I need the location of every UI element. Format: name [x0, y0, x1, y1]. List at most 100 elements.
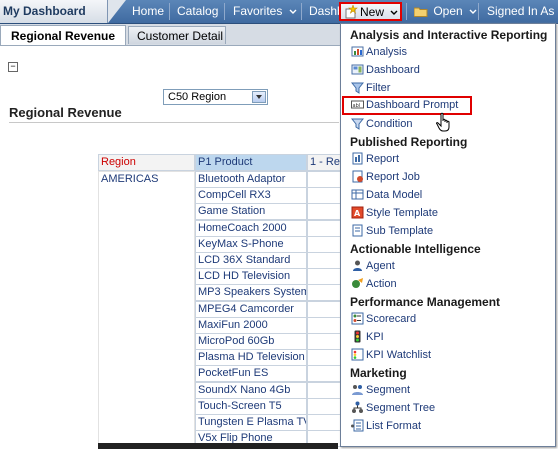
section-title: Regional Revenue: [9, 105, 122, 120]
nav-divider: [406, 3, 407, 20]
product-cell: Plasma HD Television: [195, 349, 307, 367]
product-cell: Game Station: [195, 203, 307, 221]
menu-item-data-model[interactable]: Data Model: [351, 187, 422, 204]
segment-tree-icon: [352, 401, 363, 413]
catalog-link[interactable]: Catalog: [177, 0, 218, 23]
kpi-icon: [354, 330, 361, 343]
menu-item-label: Report Job: [366, 171, 420, 183]
report-icon: [352, 152, 363, 165]
chevron-down-icon: [390, 10, 398, 15]
style-template-icon: A: [351, 206, 364, 219]
menu-item-label: Agent: [366, 260, 395, 272]
menu-item-label: Filter: [366, 82, 391, 94]
new-star-icon: [345, 5, 358, 19]
data-model-icon: [351, 189, 364, 200]
dashboard-title-tab-edge: [108, 0, 126, 23]
menu-item-sub-template[interactable]: Sub Template: [351, 223, 433, 240]
menu-section-published-reporting: Published Reporting: [350, 135, 468, 149]
nav-divider: [224, 3, 225, 20]
new-menu-label: New: [360, 5, 385, 19]
product-cell: LCD HD Television: [195, 268, 307, 286]
menu-item-style-template[interactable]: A Style Template: [351, 205, 438, 222]
sub-template-icon: [352, 224, 363, 237]
product-cell: LCD 36X Standard: [195, 252, 307, 269]
column-header-product: P1 Product: [195, 154, 307, 171]
menu-item-analysis[interactable]: Analysis: [351, 44, 407, 61]
agent-icon: [353, 260, 362, 271]
menu-item-segment-tree[interactable]: Segment Tree: [351, 400, 435, 417]
nav-divider: [301, 3, 302, 20]
menu-item-label: Segment: [366, 384, 411, 396]
chevron-down-icon: [289, 9, 297, 14]
kpi-watchlist-icon: [351, 348, 364, 361]
menu-item-label: KPI: [366, 331, 384, 343]
report-job-icon: [352, 170, 363, 183]
menu-item-list-format[interactable]: List Format: [351, 418, 421, 435]
home-link[interactable]: Home: [132, 0, 164, 23]
menu-item-label: Report: [366, 153, 400, 165]
menu-item-condition[interactable]: Condition: [351, 116, 412, 133]
column-header-region: Region: [98, 154, 195, 171]
table-total-row: [98, 443, 338, 449]
dashboard-title: My Dashboard: [0, 0, 108, 23]
product-cell: MaxiFun 2000: [195, 316, 307, 334]
menu-item-label: Data Model: [366, 189, 423, 201]
menu-item-label: Dashboard: [366, 64, 420, 76]
menu-item-action[interactable]: Action: [351, 276, 397, 293]
open-menu[interactable]: Open: [413, 0, 477, 23]
menu-item-report[interactable]: Report: [351, 151, 399, 168]
menu-item-label: List Format: [366, 420, 422, 432]
menu-section-analysis-and-interactive-reporting: Analysis and Interactive Reporting: [350, 28, 548, 42]
menu-section-marketing: Marketing: [350, 366, 407, 380]
segment-icon: [352, 385, 363, 395]
menu-item-segment[interactable]: Segment: [351, 382, 410, 399]
menu-item-label: Sub Template: [366, 225, 434, 237]
signed-in-menu[interactable]: Signed In As: [487, 0, 554, 23]
product-cell: Tungsten E Plasma TV: [195, 414, 307, 431]
nav-divider: [478, 3, 479, 20]
product-cell: Bluetooth Adaptor: [195, 171, 307, 188]
chevron-down-icon: [469, 9, 477, 14]
menu-item-dashboard[interactable]: Dashboard: [351, 62, 420, 79]
region-cell: AMERICAS: [98, 171, 195, 447]
menu-item-label: Scorecard: [366, 313, 417, 325]
nav-divider: [169, 3, 170, 20]
tab-customer-detail[interactable]: Customer Detail: [128, 26, 226, 44]
region-prompt-value: C50 Region: [168, 91, 227, 103]
collapse-section-icon[interactable]: −: [8, 62, 18, 72]
section-divider: [9, 122, 339, 123]
menu-item-report-job[interactable]: Report Job: [351, 169, 420, 186]
analysis-icon: [351, 46, 364, 57]
product-cell: HomeCoach 2000: [195, 219, 307, 237]
region-prompt-select[interactable]: C50 Region: [163, 89, 268, 105]
folder-icon: [413, 7, 428, 18]
product-cell: Touch-Screen T5: [195, 397, 307, 415]
menu-item-agent[interactable]: Agent: [351, 258, 395, 275]
product-cell: SoundX Nano 4Gb: [195, 381, 307, 399]
menu-item-label: KPI Watchlist: [366, 349, 431, 361]
menu-item-label: Style Template: [366, 207, 438, 219]
menu-item-kpi[interactable]: KPI: [351, 329, 384, 346]
product-cell: MP3 Speakers System: [195, 284, 307, 302]
menu-section-performance-management: Performance Management: [350, 295, 501, 309]
product-cell: PocketFun ES: [195, 365, 307, 383]
condition-icon: [351, 118, 364, 130]
tab-regional-revenue[interactable]: Regional Revenue: [0, 25, 126, 45]
product-cell: CompCell RX3: [195, 187, 307, 205]
scorecard-icon: [351, 312, 364, 325]
product-cell: MPEG4 Camcorder: [195, 300, 307, 318]
menu-item-kpi-watchlist[interactable]: KPI Watchlist: [351, 347, 431, 364]
new-menu-button[interactable]: New: [339, 2, 402, 21]
menu-item-label: Segment Tree: [366, 402, 436, 414]
product-cell: KeyMax S-Phone: [195, 235, 307, 253]
dropdown-arrow-icon[interactable]: [252, 91, 266, 103]
menu-item-filter[interactable]: Filter: [351, 80, 390, 97]
hand-cursor-icon: [436, 112, 450, 132]
menu-item-label: Action: [366, 278, 397, 290]
menu-item-label: Analysis: [366, 46, 407, 58]
menu-section-actionable-intelligence: Actionable Intelligence: [350, 242, 481, 256]
action-icon: [352, 278, 363, 288]
favorites-menu[interactable]: Favorites: [233, 0, 297, 23]
menu-item-label: Condition: [366, 118, 413, 130]
menu-item-scorecard[interactable]: Scorecard: [351, 311, 416, 328]
